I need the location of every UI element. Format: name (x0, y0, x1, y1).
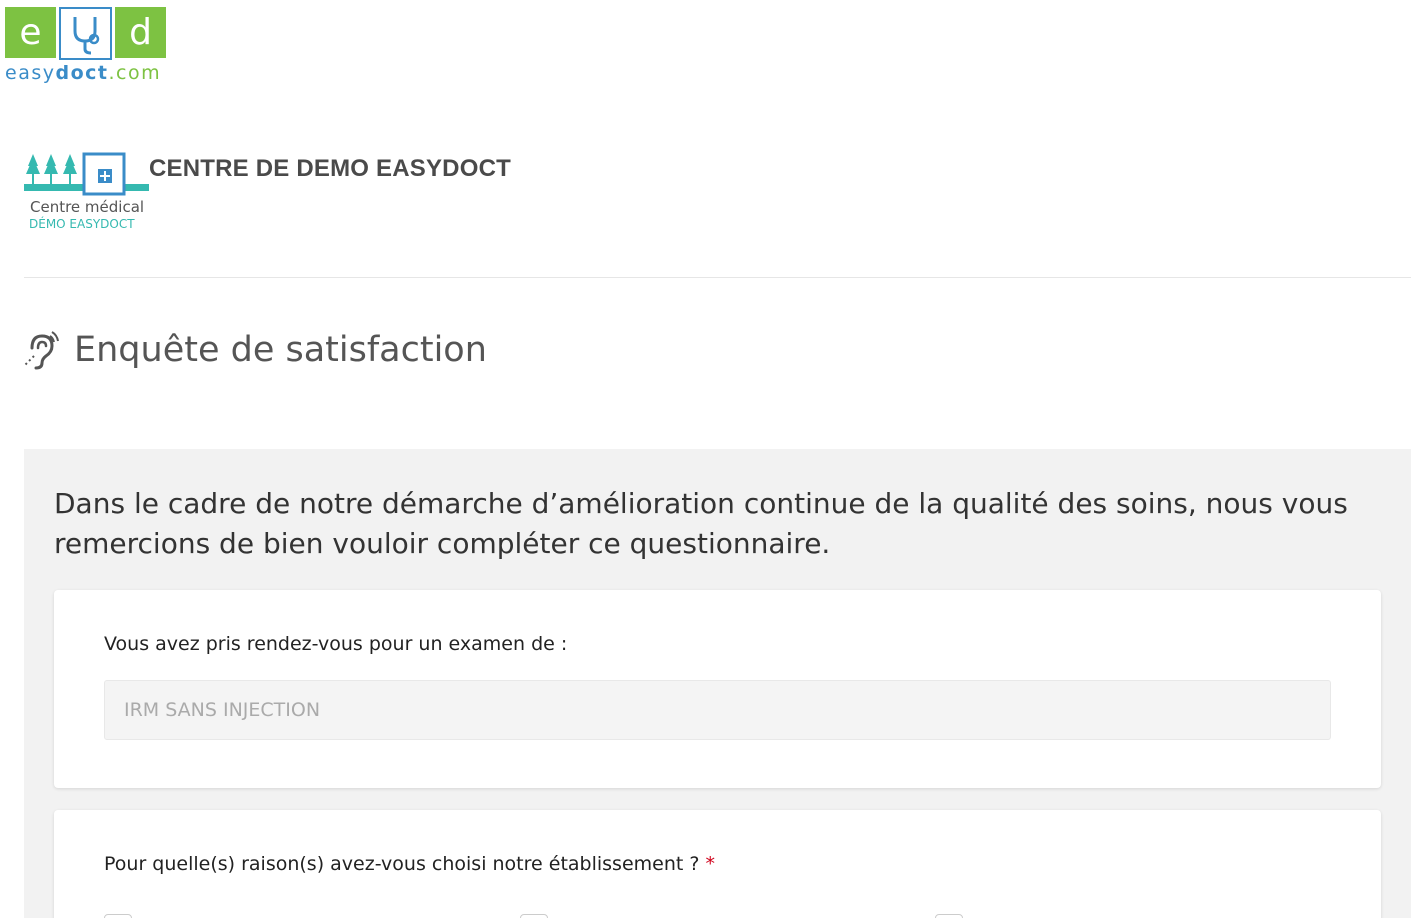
logo-tiles: e d (5, 7, 175, 60)
logo-word-doct: doct (55, 62, 109, 84)
question-text-reasons: Pour quelle(s) raison(s) avez-vous chois… (104, 853, 700, 875)
stethoscope-icon (59, 7, 112, 60)
survey-header: Enquête de satisfaction (22, 330, 487, 370)
center-logo: Centre médical DÉMO EASYDOCT (24, 152, 152, 234)
survey-section: Dans le cadre de notre démarche d’amélio… (24, 449, 1411, 918)
center-logo-line2: DÉMO EASYDOCT (29, 217, 135, 231)
page: e d easydoct.com Centre médical DÉMO EAS… (0, 0, 1419, 918)
logo-wordmark: easydoct.com (5, 62, 175, 84)
question-card-reasons: Pour quelle(s) raison(s) avez-vous chois… (54, 810, 1381, 918)
survey-intro: Dans le cadre de notre démarche d’amélio… (54, 487, 1348, 560)
question-label-exam: Vous avez pris rendez-vous pour un exame… (104, 633, 568, 655)
hearing-icon (23, 331, 59, 370)
medical-cross-icon (98, 169, 112, 183)
center-name: CENTRE DE DEMO EASYDOCT (149, 155, 511, 182)
center-logo-line1: Centre médical (30, 198, 145, 216)
reason-checkbox[interactable] (104, 914, 132, 918)
exam-field[interactable]: IRM SANS INJECTION (104, 680, 1331, 740)
tree-icon (24, 152, 149, 196)
logo-tile-e: e (5, 7, 56, 58)
question-label-reasons: Pour quelle(s) raison(s) avez-vous chois… (104, 853, 715, 875)
page-title: Enquête de satisfaction (74, 330, 487, 370)
easydoct-logo[interactable]: e d easydoct.com (5, 7, 175, 87)
logo-tile-d: d (115, 7, 166, 58)
question-card-exam: Vous avez pris rendez-vous pour un exame… (54, 590, 1381, 788)
reason-checkbox[interactable] (935, 914, 963, 918)
logo-word-easy: easy (5, 62, 56, 84)
header-divider (24, 277, 1411, 278)
reason-checkbox[interactable] (520, 914, 548, 918)
logo-word-com: .com (108, 62, 162, 84)
required-mark: * (705, 853, 715, 875)
